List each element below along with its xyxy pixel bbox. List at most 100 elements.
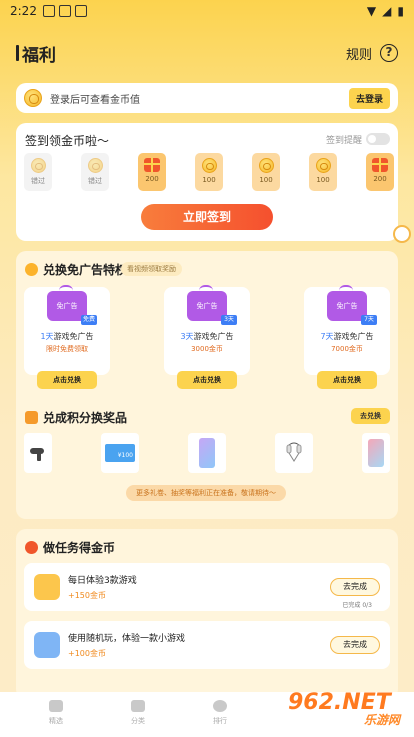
coin-icon (315, 158, 331, 173)
login-hint: 登录后可查看金币值 (50, 94, 140, 106)
go-exchange-button[interactable]: 去兑换 (351, 408, 390, 424)
task-text: 使用随机玩，体验一款小游戏 +100金币 (68, 631, 185, 659)
ad-free-days: 1天 (40, 332, 54, 341)
gift-icon (372, 158, 388, 172)
ad-free-name-text: 游戏免广告 (53, 332, 94, 341)
signin-day-label: 错过 (88, 177, 102, 185)
bag-icon (25, 411, 38, 424)
clock: 2:22 (10, 4, 37, 18)
hairdryer-icon (30, 448, 44, 461)
prize-item[interactable] (275, 433, 313, 473)
help-icon[interactable]: ? (380, 44, 398, 62)
signin-day: 错过 (24, 153, 52, 191)
notification-icon (58, 5, 71, 17)
task-name: 使用随机玩，体验一款小游戏 (68, 634, 186, 644)
signin-button[interactable]: 立即签到 (141, 204, 273, 230)
signal-icon: ◢ (382, 4, 392, 18)
gift-icon (144, 158, 160, 172)
exchange-button[interactable]: 点击兑换 (177, 371, 237, 389)
wifi-icon: ▼ (366, 4, 377, 18)
tasks-title: 做任务得金币 (25, 539, 115, 556)
trophy-icon (213, 700, 227, 712)
prize-item[interactable] (188, 433, 226, 473)
ad-free-name: 1天游戏免广告 (40, 331, 93, 342)
ad-free-section: 兑换免广告特权 看视频领取奖励 免广告 免费 1天游戏免广告 限时免费领取 点击兑… (16, 251, 398, 519)
ad-free-title-text: 兑换免广告特权 (43, 263, 128, 277)
earphones-icon (286, 442, 302, 462)
tv-tag: 7天 (361, 315, 377, 325)
phone-icon (368, 439, 384, 467)
folder-icon (131, 700, 145, 712)
signin-title: 签到领金币啦～ (25, 134, 110, 148)
signin-day: 200 (366, 153, 394, 191)
tv-label: 免广告 (56, 302, 78, 310)
notification-icon (42, 5, 55, 17)
tab-featured[interactable]: 精选 (15, 692, 97, 737)
task-item: 使用随机玩，体验一款小游戏 +100金币 去完成 (24, 621, 390, 669)
title-bar-mark (16, 45, 19, 61)
task-item: 每日体验3款游戏 +150金币 去完成 已完成 0/3 (24, 563, 390, 611)
tasks-section: 做任务得金币 每日体验3款游戏 +150金币 去完成 已完成 0/3 使用随机玩… (16, 529, 398, 699)
exchange-button[interactable]: 点击兑换 (317, 371, 377, 389)
tv-tag: 免费 (81, 315, 97, 325)
game-icon (34, 574, 60, 600)
signin-day-label: 错过 (31, 177, 45, 185)
signin-day: 错过 (81, 153, 109, 191)
tv-label: 免广告 (196, 302, 218, 310)
exchange-button[interactable]: 点击兑换 (37, 371, 97, 389)
signin-day-label: 100 (202, 176, 216, 184)
rules-link[interactable]: 规则 (346, 44, 372, 63)
coin-icon (30, 158, 46, 173)
phone-icon (199, 438, 215, 468)
prize-item[interactable] (24, 433, 52, 473)
ad-free-days: 3天 (180, 332, 194, 341)
ad-free-name-text: 游戏免广告 (193, 332, 234, 341)
system-icons: ▼ ◢ ▮ (367, 4, 404, 18)
tab-ranking[interactable]: 排行 (179, 692, 261, 737)
task-go-button[interactable]: 去完成 (330, 578, 380, 596)
tv-label: 免广告 (336, 302, 358, 310)
watermark-logo: 962.NET 乐游网 (288, 690, 408, 732)
ad-free-card: 免广告 免费 1天游戏免广告 限时免费领取 点击兑换 (24, 285, 110, 389)
tab-label: 精选 (49, 717, 63, 725)
header: 福利 规则 ? (16, 38, 398, 68)
task-name: 每日体验3款游戏 (68, 576, 137, 586)
task-text: 每日体验3款游戏 +150金币 (68, 573, 137, 601)
ad-free-cost: 7000金币 (331, 345, 363, 353)
ad-free-pill: 看视频领取奖励 (121, 262, 182, 276)
task-reward: +150金币 (68, 591, 106, 600)
signin-card: 签到领金币啦～ 签到提醒 错过 错过 200 100 100 100 200 立… (16, 123, 398, 241)
page-title: 福利 (22, 45, 56, 66)
task-reward: +100金币 (68, 649, 106, 658)
task-go-button[interactable]: 去完成 (330, 636, 380, 654)
coin-icon (87, 158, 103, 173)
ad-free-name: 7天游戏免广告 (320, 331, 373, 342)
tab-label: 排行 (213, 717, 227, 725)
gift-card-icon: ¥100 (105, 444, 135, 462)
ad-free-card: 免广告 7天 7天游戏免广告 7000金币 点击兑换 (304, 285, 390, 389)
signin-remind-toggle[interactable] (366, 133, 390, 145)
tab-category[interactable]: 分类 (97, 692, 179, 737)
login-button[interactable]: 去登录 (348, 87, 390, 109)
status-bar: 2:22 ▼ ◢ ▮ (0, 0, 414, 22)
signin-day-label: 100 (259, 176, 273, 184)
tv-icon: 免广告 7天 (327, 285, 377, 325)
prize-list: ¥100 (24, 433, 390, 473)
tv-icon: 免广告 3天 (187, 285, 237, 325)
ad-free-cost: 3000金币 (191, 345, 223, 353)
task-progress: 已完成 0/3 (342, 602, 372, 609)
signin-day-label: 100 (316, 176, 330, 184)
gift-icon (25, 541, 38, 554)
tasks-title-text: 做任务得金币 (43, 541, 116, 555)
ad-free-card: 免广告 3天 3天游戏免广告 3000金币 点击兑换 (164, 285, 250, 389)
prizes-title-text: 兑成积分换奖品 (43, 411, 128, 425)
signin-day: 100 (309, 153, 337, 191)
floating-assistant-icon[interactable] (393, 225, 411, 243)
signin-day: 100 (252, 153, 280, 191)
prize-item[interactable]: ¥100 (101, 433, 139, 473)
more-coming-note: 更多礼卷、抽奖等福利正在准备，敬请期待～ (126, 485, 286, 501)
dice-icon (34, 632, 60, 658)
signin-days: 错过 错过 200 100 100 100 200 (24, 153, 394, 191)
prize-item[interactable] (362, 433, 390, 473)
ad-free-cost: 限时免费领取 (46, 345, 88, 353)
